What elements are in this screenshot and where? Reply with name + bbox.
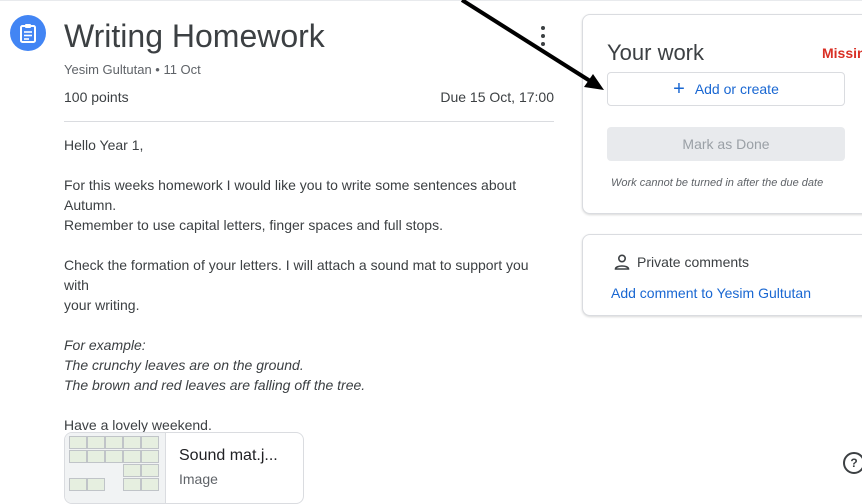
greeting: Hello Year 1, [64, 137, 144, 153]
mark-as-done-label: Mark as Done [682, 136, 770, 152]
help-icon[interactable]: ? [843, 452, 862, 474]
attachment-name: Sound mat.j... [179, 447, 278, 464]
top-divider [0, 0, 862, 1]
attachment-thumbnail [65, 433, 166, 503]
header-divider [64, 121, 554, 122]
example-sentence: The brown and red leaves are falling off… [64, 377, 366, 393]
assignment-points: 100 points [64, 89, 129, 105]
status-badge: Missing [822, 45, 862, 61]
due-date-notice: Work cannot be turned in after the due d… [611, 177, 824, 189]
assignment-icon [10, 15, 46, 51]
instruction-line: For this weeks homework I would like you… [64, 177, 517, 193]
attachment-card[interactable]: Sound mat.j... Image [64, 432, 304, 504]
example-label: For example: [64, 337, 146, 353]
instruction-line: your writing. [64, 297, 140, 313]
your-work-card: Your work Missing + Add or create Mark a… [582, 14, 862, 214]
instruction-line: Check the formation of your letters. I w… [64, 257, 529, 293]
add-comment-link[interactable]: Add comment to Yesim Gultutan [611, 285, 811, 301]
your-work-title: Your work [607, 40, 705, 65]
private-comments-card: Private comments Add comment to Yesim Gu… [582, 234, 862, 316]
assignment-title: Writing Homework [64, 18, 325, 54]
assignment-byline: Yesim Gultutan • 11 Oct [64, 62, 201, 77]
more-options-icon[interactable] [538, 26, 548, 46]
assignment-due-date: Due 15 Oct, 17:00 [440, 89, 554, 105]
attachment-type: Image [179, 471, 218, 487]
add-or-create-label: Add or create [694, 81, 779, 97]
instruction-line: Autumn. [64, 197, 117, 213]
assignment-instructions: Hello Year 1, For this weeks homework I … [64, 135, 554, 455]
instruction-line: Remember to use capital letters, finger … [64, 217, 443, 233]
add-or-create-button[interactable]: + Add or create [607, 72, 845, 106]
plus-icon: + [673, 78, 685, 100]
mark-as-done-button[interactable]: Mark as Done [607, 127, 845, 161]
example-sentence: The crunchy leaves are on the ground. [64, 357, 304, 373]
person-icon [614, 254, 630, 270]
private-comments-label: Private comments [637, 254, 750, 270]
